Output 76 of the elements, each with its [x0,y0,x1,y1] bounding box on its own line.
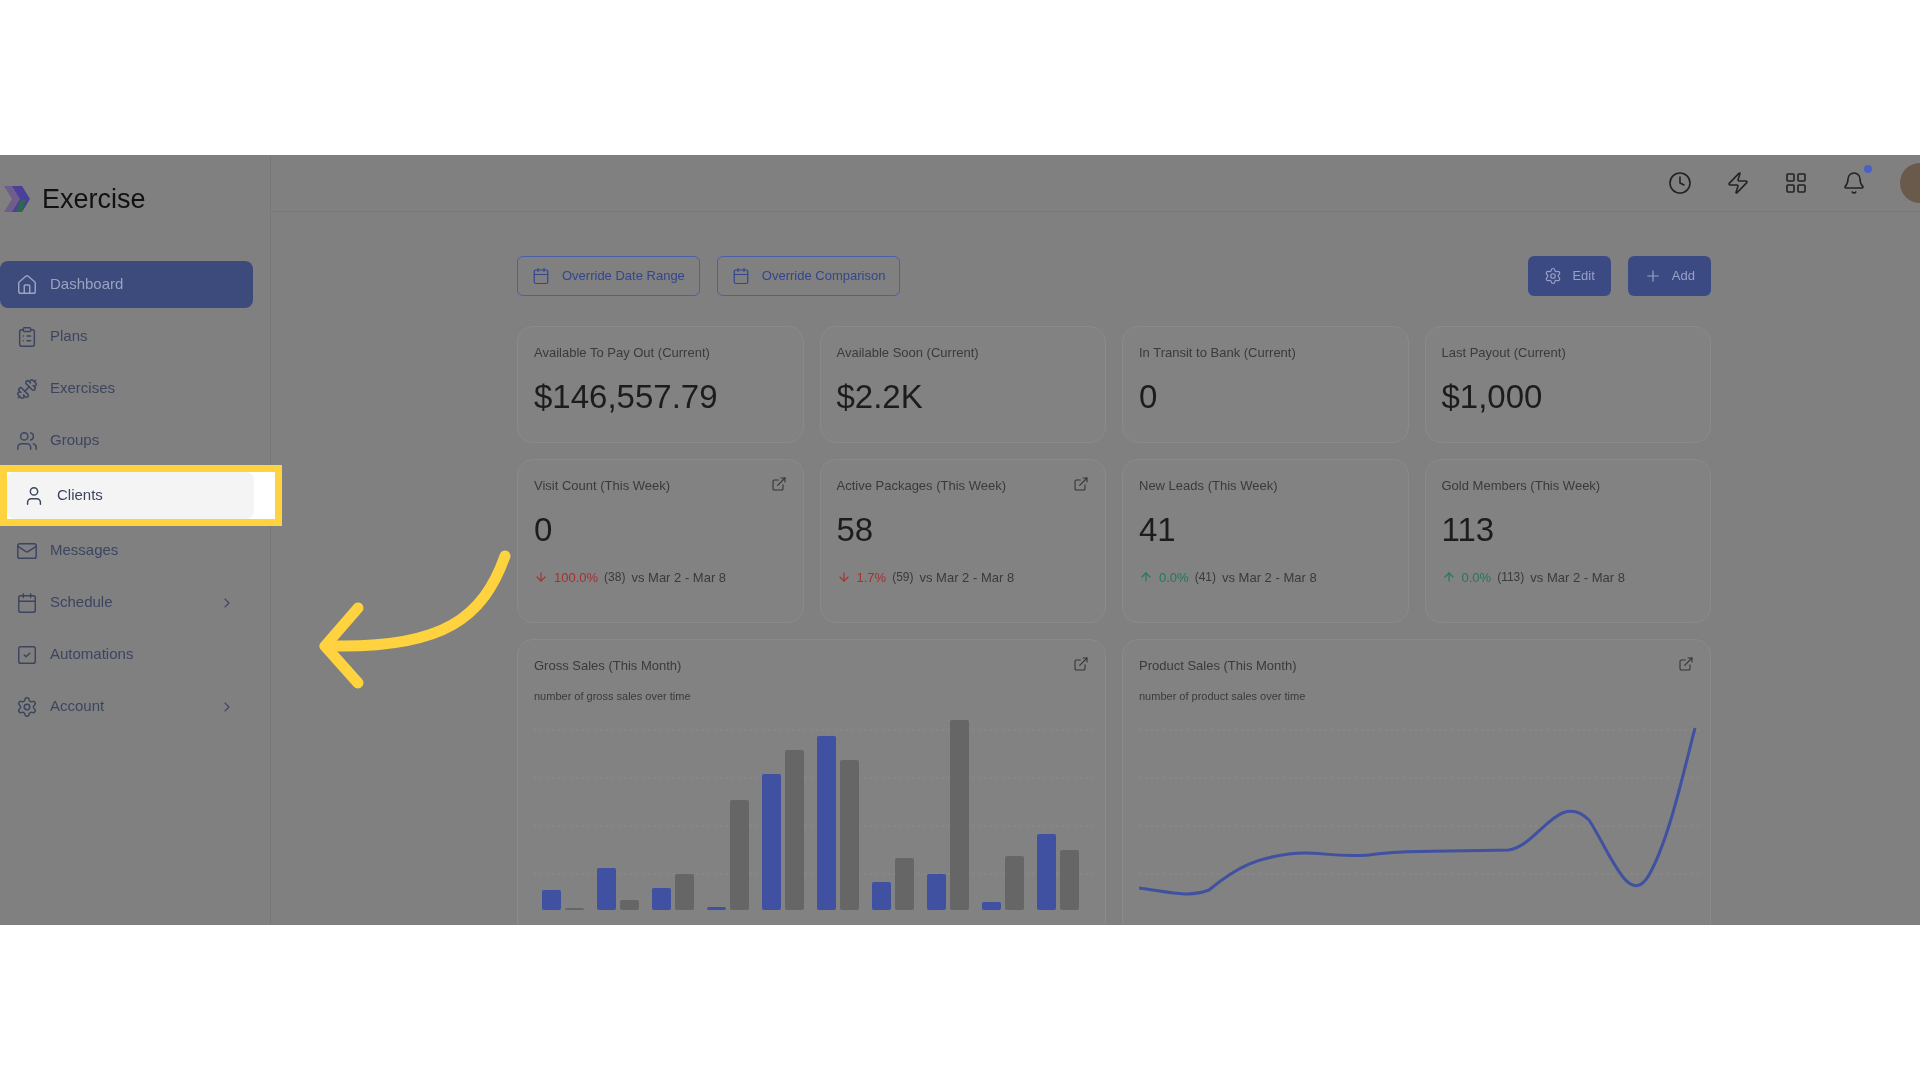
lightning-icon[interactable] [1726,171,1750,195]
apps-grid-icon[interactable] [1784,171,1808,195]
comparison-range: vs Mar 2 - Mar 8 [919,568,1015,587]
notification-icon[interactable] [1842,171,1866,195]
action-button[interactable]: Add [1627,256,1711,296]
sidebar-item[interactable]: Schedule [0,579,253,626]
chart-title: Gross Sales (This Month) [534,657,682,675]
bar [927,874,946,910]
calendar-icon [532,267,550,285]
bar [597,868,616,910]
bar [542,890,561,910]
history-icon[interactable] [1668,171,1692,195]
change-percent: 1.7% [856,568,887,587]
card-title: Available To Pay Out (Current) [534,344,710,362]
external-link-icon[interactable] [770,476,787,492]
bar [707,907,726,910]
chart-title: Product Sales (This Month) [1139,657,1297,675]
bar [675,874,694,910]
card-title: In Transit to Bank (Current) [1139,344,1296,362]
bar [620,900,639,910]
previous-count: (113) [1497,569,1525,587]
sidebar-item[interactable]: Clients [7,472,254,519]
card-value: 0 [534,509,554,550]
sidebar-item[interactable]: Dashboard [0,261,253,308]
sidebar-item[interactable]: Plans [0,313,253,360]
card-value: 58 [836,509,875,550]
change-percent: 0.0% [1461,568,1492,587]
bar [1005,856,1024,910]
change-percent: 100.0% [554,568,599,587]
chart-subtitle: number of product sales over time [1139,688,1307,704]
card-title: New Leads (This Week) [1139,477,1278,495]
home-icon [16,273,38,296]
previous-count: (38) [604,569,626,587]
card-title: Last Payout (Current) [1441,344,1566,362]
settings-icon [16,695,38,718]
bar [1060,850,1079,910]
checkbox-icon [16,643,38,666]
sidebar-item[interactable]: Exercises [0,365,253,412]
filter-button[interactable]: Override Date Range [517,256,700,296]
change-percent: 0.0% [1159,568,1189,587]
sidebar-item[interactable]: Messages [0,527,253,574]
bar [872,882,891,910]
card-value: 113 [1441,509,1496,550]
card-value: $1,000 [1441,376,1544,417]
sidebar-item[interactable]: Groups [0,417,253,464]
card-value: 0 [1139,376,1159,417]
comparison-range: vs Mar 2 - Mar 8 [1222,568,1317,587]
card-title: Active Packages (This Week) [836,477,1007,495]
action-button[interactable]: Edit [1528,256,1611,296]
previous-count: (59) [892,569,914,587]
settings-icon [1544,267,1563,285]
external-link-icon[interactable] [1073,656,1089,672]
clipboard-icon [16,325,38,348]
bar [982,902,1001,910]
previous-count: (41) [1194,569,1216,587]
users-icon [16,429,38,452]
dumbbell-icon [16,377,38,400]
external-link-icon[interactable] [1073,476,1089,492]
external-link-icon[interactable] [1678,656,1694,672]
card-title: Visit Count (This Week) [534,477,671,495]
card-value: $146,557.79 [534,376,719,417]
card-title: Available Soon (Current) [836,344,979,362]
bar [652,888,671,910]
sidebar-item[interactable]: Automations [0,631,253,678]
card-value: 41 [1139,509,1177,550]
brand-name: Exercise [42,182,146,216]
bar [895,858,914,910]
sidebar-item[interactable]: Account [0,683,253,730]
comparison-range: vs Mar 2 - Mar 8 [631,568,727,587]
calendar-icon [16,591,38,614]
calendar-icon [731,267,750,285]
filter-button[interactable]: Override Comparison [716,256,901,296]
card-title: Gold Members (This Week) [1441,477,1601,495]
card-value: $2.2K [836,376,924,417]
comparison-range: vs Mar 2 - Mar 8 [1530,568,1625,587]
chart-subtitle: number of gross sales over time [534,688,692,704]
